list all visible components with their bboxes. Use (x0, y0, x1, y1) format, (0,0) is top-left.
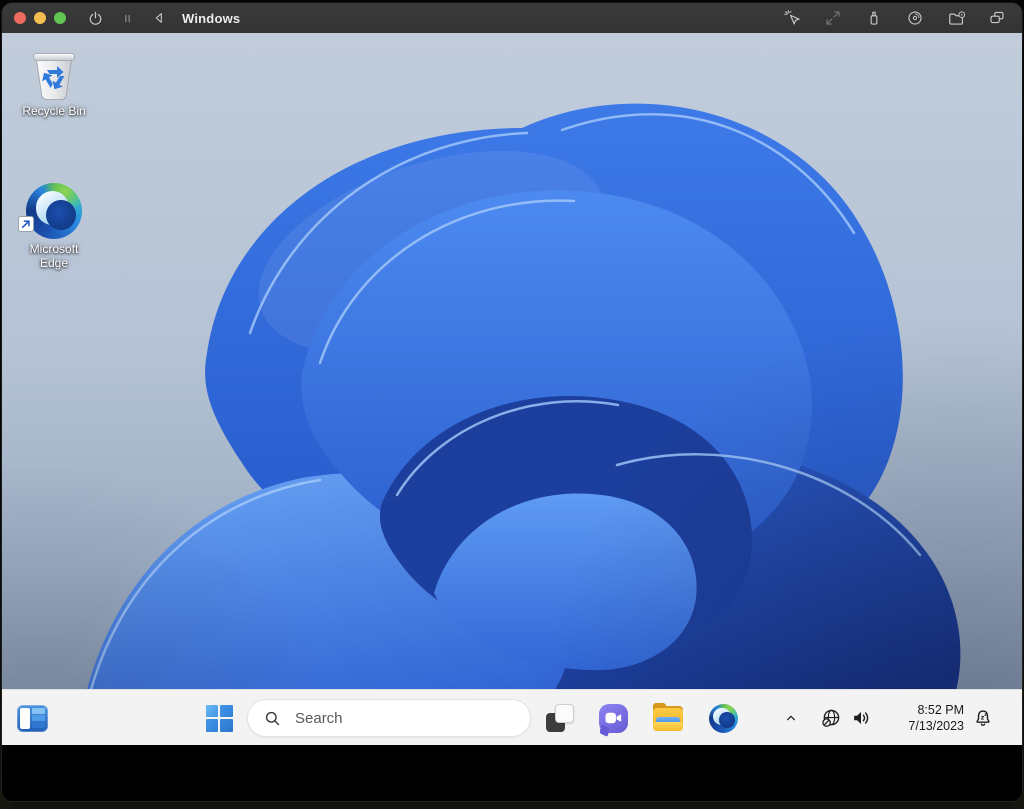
chat-video-icon (598, 703, 628, 733)
search-placeholder: Search (295, 709, 343, 727)
file-explorer-button[interactable] (650, 700, 686, 736)
desktop-icon-label: Recycle Bin (22, 104, 86, 118)
folder-icon (653, 702, 683, 731)
macos-background: Windows Recycle Bin Microsoft Edge Searc… (0, 0, 1024, 809)
vm-window-title: Windows (182, 10, 241, 26)
power-button[interactable] (82, 6, 108, 30)
usb-icon (870, 11, 878, 25)
widgets-button[interactable] (14, 700, 50, 736)
desktop-icon-microsoft-edge[interactable]: Microsoft Edge (8, 183, 100, 270)
vm-titlebar: Windows (2, 3, 1022, 33)
start-button[interactable] (201, 700, 237, 736)
traffic-lights (14, 12, 66, 24)
desktop-icon-recycle-bin[interactable]: Recycle Bin (8, 47, 100, 118)
minimize-button[interactable] (34, 12, 46, 24)
pause-button[interactable] (114, 6, 140, 30)
widgets-icon (16, 704, 48, 732)
disk-button[interactable] (902, 6, 928, 30)
clock[interactable]: 8:52 PM 7/13/2023 (908, 702, 964, 734)
shared-folder-button[interactable] (943, 6, 969, 30)
chat-button[interactable] (595, 700, 631, 736)
resize-button[interactable] (820, 6, 846, 30)
taskbar: Search 8:52 PM 7/13/2023 z z (2, 689, 1022, 745)
capture-cursor-button[interactable] (779, 6, 805, 30)
shared-folder-icon (948, 10, 965, 25)
tray-time: 8:52 PM (917, 702, 964, 717)
tray-date: 7/13/2023 (908, 718, 964, 733)
pause-icon (124, 14, 130, 22)
edge-icon (708, 703, 738, 733)
chevron-up-icon (787, 715, 795, 721)
zoom-button[interactable] (54, 12, 66, 24)
tray-overflow-button[interactable] (778, 700, 804, 736)
power-icon (89, 11, 101, 25)
bloom-wallpaper (2, 33, 1022, 745)
vm-toolbar-right (779, 6, 1010, 30)
diagonal-arrows-icon (826, 11, 840, 25)
search-box[interactable]: Search (247, 699, 531, 737)
close-button[interactable] (14, 12, 26, 24)
windows-desktop: Recycle Bin MicrosoftEdge Windows 11 Pro… (2, 33, 1022, 745)
speaker-icon (854, 712, 869, 724)
recycle-bin-icon (33, 53, 75, 100)
back-triangle-icon (155, 13, 162, 23)
back-button[interactable] (146, 6, 172, 30)
edge-browser-button[interactable] (705, 700, 741, 736)
vm-window: Windows Recycle Bin Microsoft Edge Searc… (2, 3, 1022, 801)
windows-start-icon (205, 704, 233, 732)
notification-center-button[interactable]: z z (968, 700, 998, 736)
disk-icon (908, 11, 922, 25)
globe-no-internet-icon (822, 709, 840, 727)
volume-button[interactable] (846, 700, 876, 736)
shortcut-badge (18, 216, 34, 232)
search-icon (265, 711, 280, 725)
displays-button[interactable] (984, 6, 1010, 30)
cursor-sparkle-icon (784, 10, 800, 25)
usb-button[interactable] (861, 6, 887, 30)
network-status-button[interactable] (816, 700, 846, 736)
displays-icon (990, 11, 1004, 24)
desktop-icon-label: Microsoft Edge (29, 242, 79, 270)
bell-dnd-icon: z z (976, 710, 990, 726)
task-view-icon (545, 703, 575, 733)
arrow-up-right-icon (21, 220, 30, 229)
edge-icon (26, 183, 82, 239)
task-view-button[interactable] (542, 700, 578, 736)
